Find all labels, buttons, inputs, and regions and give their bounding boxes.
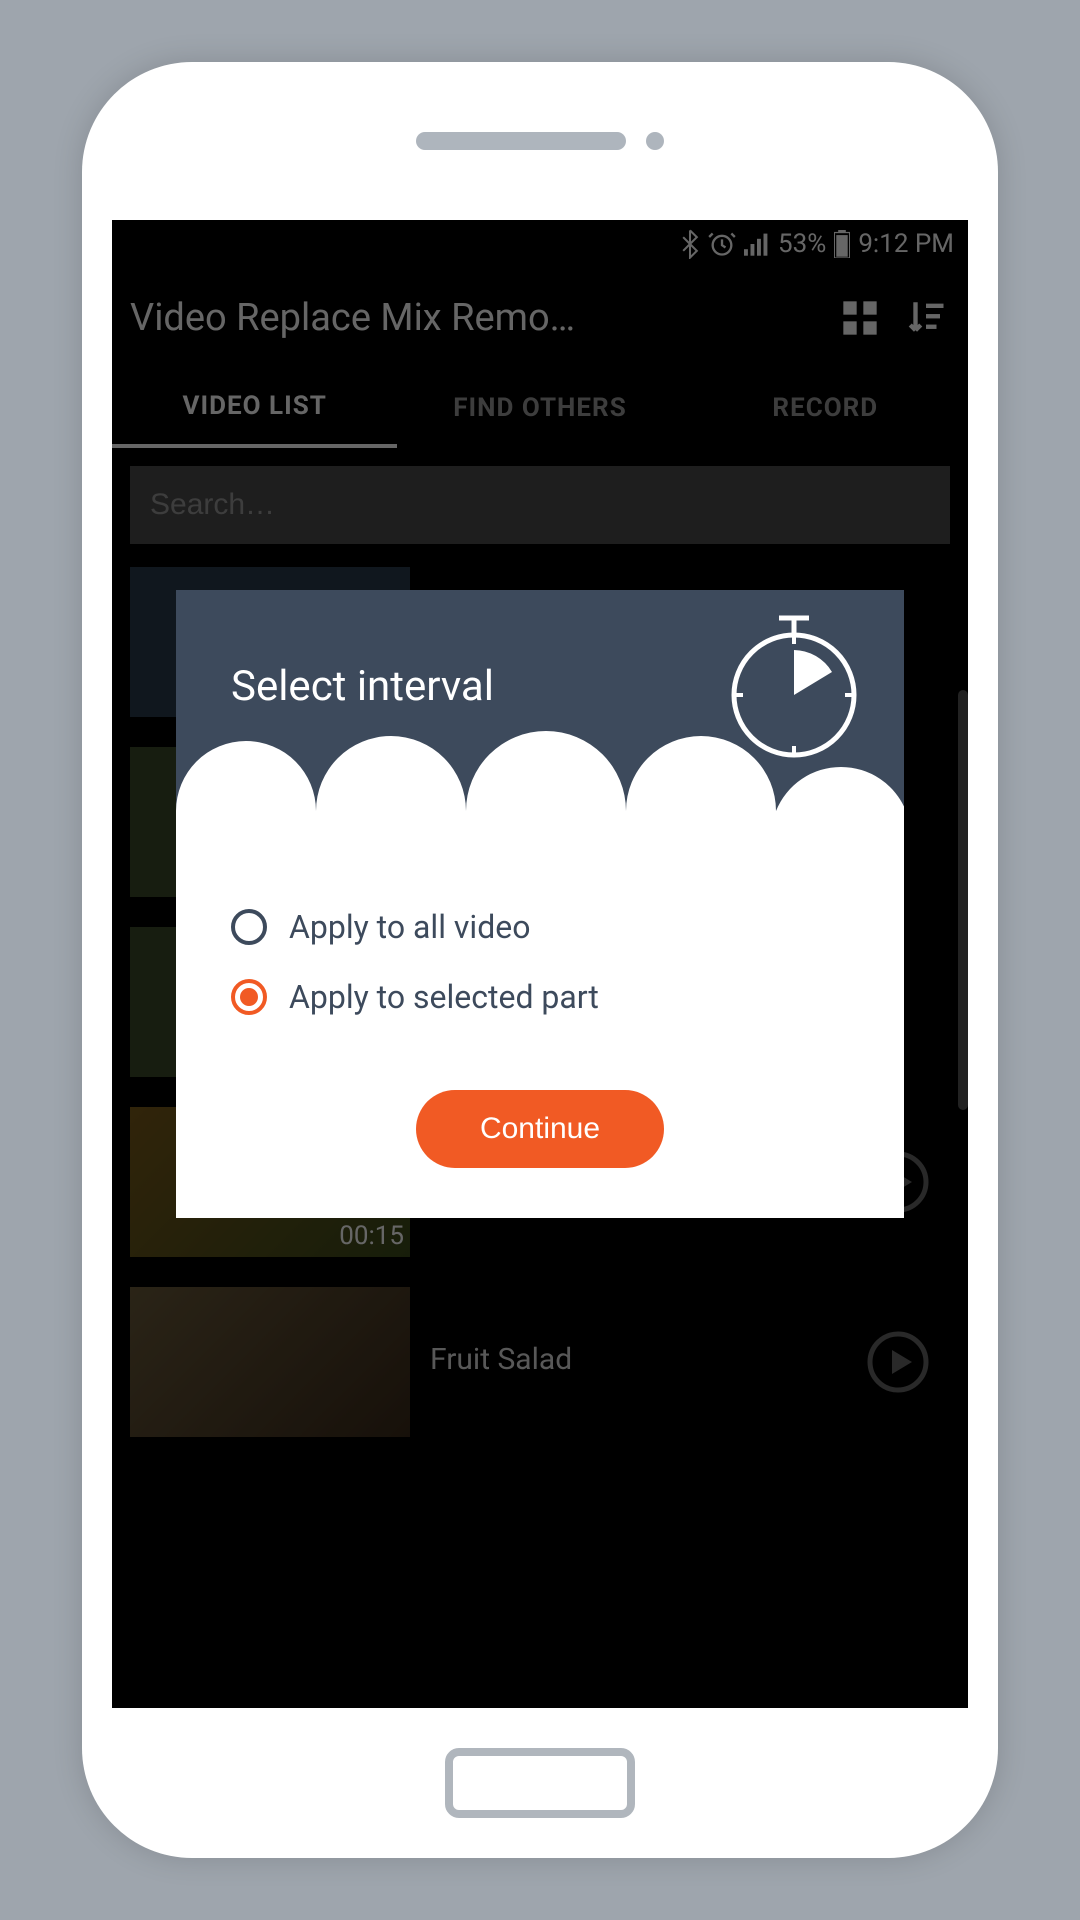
device-earpiece-area xyxy=(82,62,998,220)
option-apply-selected[interactable]: Apply to selected part xyxy=(231,978,849,1016)
radio-dot xyxy=(240,988,258,1006)
dialog-actions: Continue xyxy=(231,1048,849,1168)
home-button[interactable] xyxy=(445,1748,635,1818)
radio-checked-icon xyxy=(231,979,267,1015)
dialog-body: Apply to all video Apply to selected par… xyxy=(176,850,904,1218)
continue-button[interactable]: Continue xyxy=(416,1090,664,1168)
device-nav-area xyxy=(82,1708,998,1858)
radio-label: Apply to selected part xyxy=(289,978,599,1016)
screen: 53% 9:12 PM Video Replace Mix Remo… VIDE… xyxy=(112,220,968,1708)
radio-label: Apply to all video xyxy=(289,908,530,946)
device-frame: 53% 9:12 PM Video Replace Mix Remo… VIDE… xyxy=(82,62,998,1858)
device-speaker xyxy=(416,132,626,150)
dialog-title: Select interval xyxy=(231,662,494,711)
dialog-header: Select interval xyxy=(176,590,904,850)
select-interval-dialog: Select interval xyxy=(176,590,904,1218)
option-apply-all[interactable]: Apply to all video xyxy=(231,908,849,946)
device-front-camera xyxy=(646,132,664,150)
radio-unchecked-icon xyxy=(231,909,267,945)
cloud-wave-decoration xyxy=(176,731,904,850)
